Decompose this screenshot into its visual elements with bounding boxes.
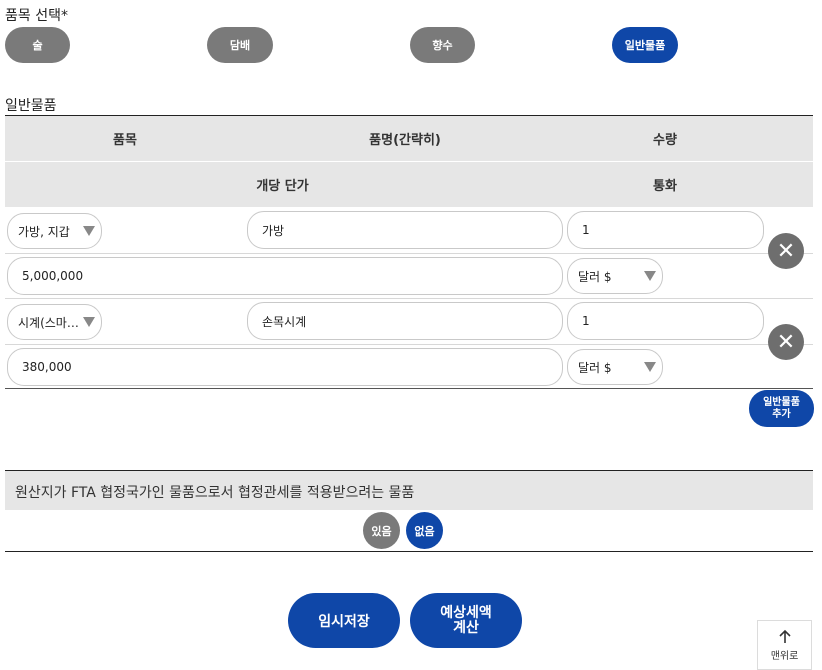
header-qty: 수량 <box>653 133 677 148</box>
table-header-row-1: 품목 품명(간략히) 수량 <box>5 116 813 161</box>
price-input-1[interactable]: 5,000,000 <box>7 257 563 295</box>
item-select-value: 가방, 지갑 <box>18 224 70 239</box>
name-input-2[interactable]: 손목시계 <box>247 302 563 340</box>
category-button-liquor[interactable]: 술 <box>5 27 70 63</box>
header-unit-price: 개당 단가 <box>256 179 309 194</box>
dropdown-arrow-icon <box>644 271 656 281</box>
add-general-item-button[interactable]: 일반물품 추가 <box>749 390 814 427</box>
currency-select-1[interactable]: 달러 $ <box>567 258 663 294</box>
temp-save-button[interactable]: 임시저장 <box>288 593 400 648</box>
arrow-up-icon <box>778 629 791 643</box>
dropdown-arrow-icon <box>644 362 656 372</box>
fta-question-row: 원산지가 FTA 협정국가인 물품으로서 협정관세를 적용받으려는 물품 <box>5 471 813 510</box>
close-icon: ✕ <box>776 238 796 264</box>
header-item: 품목 <box>113 133 137 148</box>
remove-row-button-1[interactable]: ✕ <box>768 233 804 269</box>
calculate-tax-button[interactable]: 예상세액 계산 <box>410 593 522 648</box>
category-button-tobacco[interactable]: 담배 <box>207 27 273 63</box>
qty-input-1[interactable]: 1 <box>567 211 764 249</box>
currency-select-2[interactable]: 달러 $ <box>567 349 663 385</box>
fta-yes-button[interactable]: 있음 <box>363 512 400 549</box>
qty-input-2[interactable]: 1 <box>567 302 764 340</box>
dropdown-arrow-icon <box>83 226 95 236</box>
fta-no-button[interactable]: 없음 <box>406 512 443 549</box>
section-title-general: 일반물품 <box>5 98 57 114</box>
category-button-general[interactable]: 일반물품 <box>612 27 678 63</box>
currency-select-value: 달러 $ <box>578 360 612 375</box>
currency-select-value: 달러 $ <box>578 269 612 284</box>
price-input-2[interactable]: 380,000 <box>7 348 563 386</box>
table-header-row-2: 개당 단가 통화 <box>5 162 813 207</box>
header-name: 품명(간략히) <box>369 133 441 148</box>
scroll-top-label: 맨위로 <box>770 650 799 662</box>
close-icon: ✕ <box>776 329 796 355</box>
header-currency: 통화 <box>653 179 677 194</box>
category-button-perfume[interactable]: 향수 <box>410 27 475 63</box>
item-select-value: 시계(스마… <box>18 315 79 330</box>
category-title: 품목 선택* <box>5 8 68 24</box>
remove-row-button-2[interactable]: ✕ <box>768 324 804 360</box>
scroll-top-button[interactable]: 맨위로 <box>757 620 812 670</box>
name-input-1[interactable]: 가방 <box>247 211 563 249</box>
dropdown-arrow-icon <box>83 317 95 327</box>
item-select-1[interactable]: 가방, 지갑 <box>7 213 102 249</box>
item-select-2[interactable]: 시계(스마… <box>7 304 102 340</box>
fta-question: 원산지가 FTA 협정국가인 물품으로서 협정관세를 적용받으려는 물품 <box>15 485 415 501</box>
